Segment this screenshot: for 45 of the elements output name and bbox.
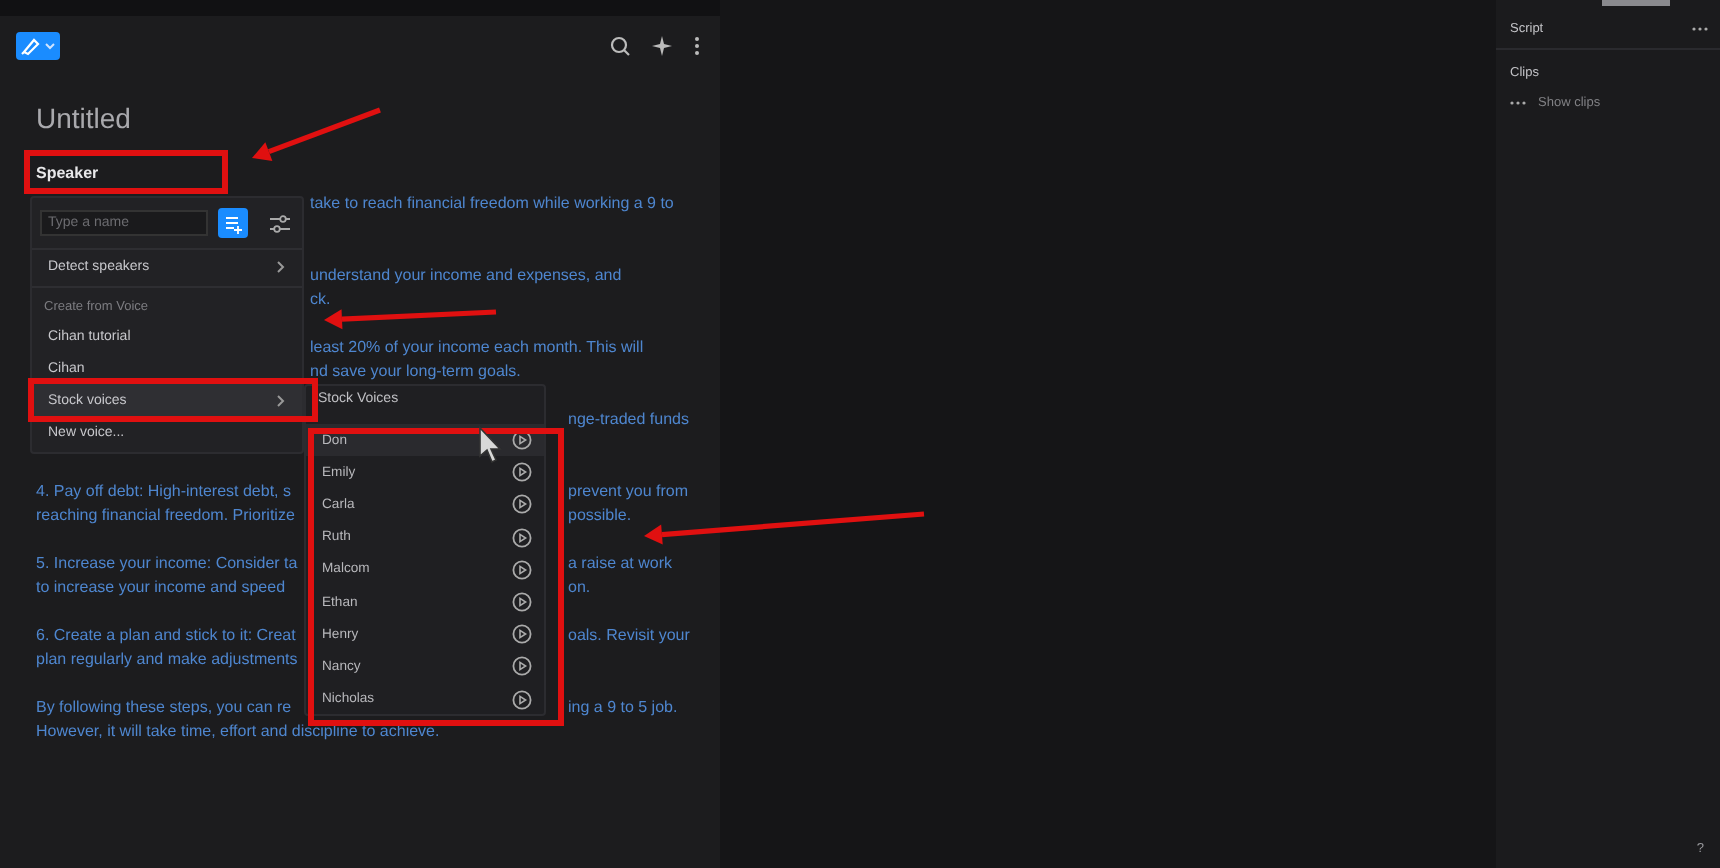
paragraph-text: nd save your long-term goals. xyxy=(308,360,521,385)
paragraph-text: By following these steps, you can re xyxy=(36,696,292,720)
add-speaker-button[interactable] xyxy=(218,208,248,238)
play-icon[interactable] xyxy=(512,494,532,515)
search-icon[interactable] xyxy=(610,36,630,56)
paragraph-text: least 20% of your income each month. This will xyxy=(308,336,644,360)
pen-icon xyxy=(20,36,40,56)
play-icon[interactable] xyxy=(512,559,532,580)
play-icon[interactable] xyxy=(512,527,532,548)
paragraph-text: However, it will take time, effort and discipline to achieve. xyxy=(36,720,440,745)
paragraph-text: 6. Create a plan and stick to it: Creat xyxy=(36,624,296,648)
play-icon[interactable] xyxy=(512,656,532,677)
paragraph-text: plan regularly and make adjustments xyxy=(36,648,298,673)
voice-mode-button[interactable] xyxy=(16,32,60,60)
play-icon[interactable] xyxy=(512,689,532,710)
paragraph-text: oals. Revisit your xyxy=(568,624,690,648)
paragraph-text: 5. Increase your income: Consider ta xyxy=(36,552,298,576)
mouse-cursor-icon xyxy=(479,426,502,464)
paragraph-text: a raise at work xyxy=(568,552,673,576)
document-title[interactable]: Untitled xyxy=(36,102,720,134)
more-icon[interactable] xyxy=(694,36,700,56)
play-icon[interactable] xyxy=(512,592,532,613)
play-icon[interactable] xyxy=(512,462,532,483)
caret-icon xyxy=(44,42,56,50)
play-icon[interactable] xyxy=(512,624,532,645)
paragraph-text: on. xyxy=(568,576,591,601)
paragraph-text: to increase your income and speed xyxy=(36,576,286,601)
tab-indicator xyxy=(1602,0,1670,6)
paragraph-text: reaching financial freedom. Prioritize xyxy=(36,504,295,529)
more-icon[interactable] xyxy=(1692,26,1708,32)
paragraph-text: take to reach financial freedom while working a 9 to xyxy=(308,192,674,216)
paragraph-text: prevent you from xyxy=(568,480,689,504)
sparkle-icon[interactable] xyxy=(652,36,672,56)
paragraph-text: understand your income and expenses, and xyxy=(308,264,622,288)
paragraph-text: possible. xyxy=(568,504,632,529)
list-add-icon xyxy=(223,213,243,233)
paragraph-text: nge-traded funds xyxy=(568,408,689,432)
paragraph-text: 4. Pay off debt: High-interest debt, s xyxy=(36,480,291,504)
annotation-arrow xyxy=(252,107,381,162)
more-icon xyxy=(1510,100,1526,106)
speaker-label[interactable]: Speaker xyxy=(36,164,99,186)
play-icon[interactable] xyxy=(512,430,532,451)
sliders-icon[interactable] xyxy=(270,213,290,233)
paragraph-text: ck. xyxy=(308,288,331,313)
paragraph-text: ing a 9 to 5 job. xyxy=(568,696,678,720)
